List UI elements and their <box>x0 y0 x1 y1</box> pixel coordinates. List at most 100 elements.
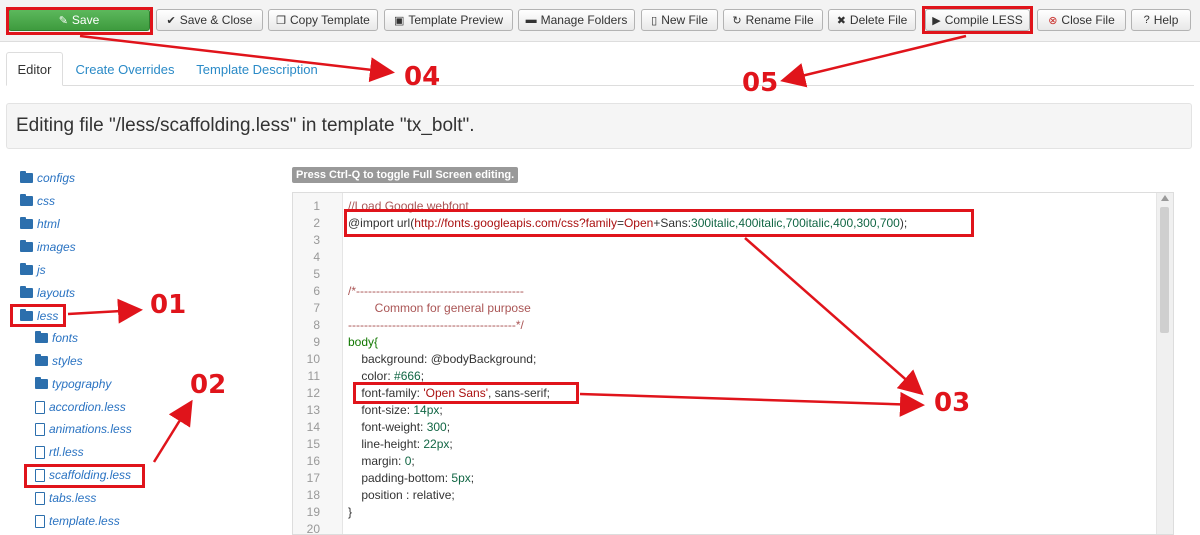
close-circle-icon: ⊗ <box>1048 14 1058 27</box>
tab-editor[interactable]: Editor <box>6 52 63 86</box>
toolbar: ✎ Save ✔ Save & Close ❐ Copy Template ▣ … <box>0 0 1200 42</box>
folder-icon <box>20 217 33 229</box>
copy-template-button[interactable]: ❐ Copy Template <box>268 9 378 31</box>
template-preview-button[interactable]: ▣ Template Preview <box>384 9 513 31</box>
template-editor-page: ✎ Save ✔ Save & Close ❐ Copy Template ▣ … <box>0 0 1200 535</box>
tree-folder-images[interactable]: images <box>20 239 76 255</box>
file-icon <box>35 491 45 505</box>
line-gutter: 1 2 3 4 5 6 7 8 9 10 11 12 13 14 15 16 1… <box>293 193 343 535</box>
code-line-19: } <box>348 505 353 519</box>
code-line-2: @import url(http://fonts.googleapis.com/… <box>348 216 908 230</box>
code-line-8: ----------------------------------------… <box>348 318 524 332</box>
annotation-label-05: 05 <box>742 68 779 98</box>
line-number: 16 <box>306 454 320 468</box>
folder-icon <box>20 286 33 298</box>
line-number: 20 <box>306 522 320 535</box>
line-number: 10 <box>306 352 320 366</box>
check-icon: ✔ <box>166 14 176 27</box>
tree-file-rtl[interactable]: rtl.less <box>35 444 84 460</box>
folder-icon <box>35 331 48 343</box>
code-line-15: line-height: 22px; <box>348 437 453 451</box>
tree-folder-styles[interactable]: styles <box>35 353 83 369</box>
line-number: 9 <box>313 335 320 349</box>
file-icon <box>35 400 45 414</box>
code-line-9: body{ <box>348 335 379 349</box>
compile-less-button[interactable]: ▶ Compile LESS <box>925 9 1030 31</box>
tree-folder-js[interactable]: js <box>20 262 46 278</box>
scroll-up-arrow-icon[interactable] <box>1161 195 1169 201</box>
folder-icon <box>20 309 33 321</box>
tree-folder-html[interactable]: html <box>20 216 60 232</box>
code-line-7: Common for general purpose <box>348 301 531 315</box>
delete-file-button[interactable]: ✖ Delete File <box>828 9 916 31</box>
line-number: 13 <box>306 403 320 417</box>
line-number: 8 <box>313 318 320 332</box>
line-number: 19 <box>306 505 320 519</box>
tree-folder-layouts[interactable]: layouts <box>20 285 75 301</box>
arrow-02 <box>152 399 193 463</box>
file-icon <box>35 445 45 459</box>
save-button[interactable]: ✎ Save <box>8 9 150 31</box>
code-line-16: margin: 0; <box>348 454 415 468</box>
file-icon: ▯ <box>651 14 658 27</box>
code-line-17: padding-bottom: 5px; <box>348 471 475 485</box>
annotation-label-04: 04 <box>404 62 441 92</box>
annotation-label-01: 01 <box>150 290 187 320</box>
tree-file-template[interactable]: template.less <box>35 513 120 529</box>
line-number: 6 <box>313 284 320 298</box>
folder-icon <box>35 377 48 389</box>
new-file-button[interactable]: ▯ New File <box>641 9 718 31</box>
code-line-12: font-family: 'Open Sans', sans-serif; <box>348 386 550 400</box>
line-number: 17 <box>306 471 320 485</box>
line-number: 11 <box>307 369 320 383</box>
rename-file-button[interactable]: ↻ Rename File <box>723 9 823 31</box>
image-icon: ▣ <box>393 14 405 27</box>
question-icon: ? <box>1143 14 1150 26</box>
line-number: 3 <box>313 233 320 247</box>
file-icon <box>35 422 45 436</box>
fullscreen-hint: Press Ctrl-Q to toggle Full Screen editi… <box>292 167 519 183</box>
folder-icon <box>20 194 33 206</box>
line-number: 5 <box>313 267 320 281</box>
annotation-label-03: 03 <box>934 388 971 418</box>
tree-folder-configs[interactable]: configs <box>20 170 75 186</box>
close-icon: ✖ <box>836 14 846 27</box>
code-line-13: font-size: 14px; <box>348 403 443 417</box>
line-number: 15 <box>306 437 320 451</box>
tree-folder-less[interactable]: less <box>20 308 58 324</box>
line-number: 14 <box>306 420 320 434</box>
refresh-icon: ↻ <box>732 14 742 27</box>
line-number: 2 <box>313 216 320 230</box>
help-button[interactable]: ? Help <box>1131 9 1191 31</box>
manage-folders-button[interactable]: ▬ Manage Folders <box>518 9 635 31</box>
file-icon <box>35 468 45 482</box>
file-icon <box>35 514 45 528</box>
arrow-01 <box>67 298 143 324</box>
folder-icon <box>20 263 33 275</box>
line-number: 18 <box>306 488 320 502</box>
tree-folder-fonts[interactable]: fonts <box>35 330 78 346</box>
folder-icon <box>35 354 48 366</box>
code-line-14: font-weight: 300; <box>348 420 451 434</box>
code-line-10: background: @bodyBackground; <box>348 352 537 366</box>
save-close-button[interactable]: ✔ Save & Close <box>156 9 263 31</box>
tree-folder-typography[interactable]: typography <box>35 376 111 392</box>
editor-scrollbar[interactable] <box>1156 193 1173 534</box>
code-editor[interactable]: 1 2 3 4 5 6 7 8 9 10 11 12 13 14 15 16 1… <box>292 192 1174 535</box>
tree-file-accordion[interactable]: accordion.less <box>35 399 126 415</box>
tree-file-animations[interactable]: animations.less <box>35 421 132 437</box>
folder-icon <box>20 171 33 183</box>
scrollbar-thumb[interactable] <box>1160 207 1169 333</box>
close-file-button[interactable]: ⊗ Close File <box>1037 9 1126 31</box>
play-icon: ▶ <box>932 14 941 27</box>
code-line-1: //Load Google webfont <box>348 199 469 213</box>
tab-create-overrides[interactable]: Create Overrides <box>70 52 180 86</box>
copy-icon: ❐ <box>276 14 287 27</box>
line-number: 12 <box>306 386 320 400</box>
tab-template-description[interactable]: Template Description <box>190 52 324 86</box>
tree-file-tabs[interactable]: tabs.less <box>35 490 96 506</box>
tree-folder-css[interactable]: css <box>20 193 55 209</box>
code-line-11: color: #666; <box>348 369 425 383</box>
tree-file-scaffolding[interactable]: scaffolding.less <box>35 467 131 483</box>
code-line-18: position : relative; <box>348 488 455 502</box>
